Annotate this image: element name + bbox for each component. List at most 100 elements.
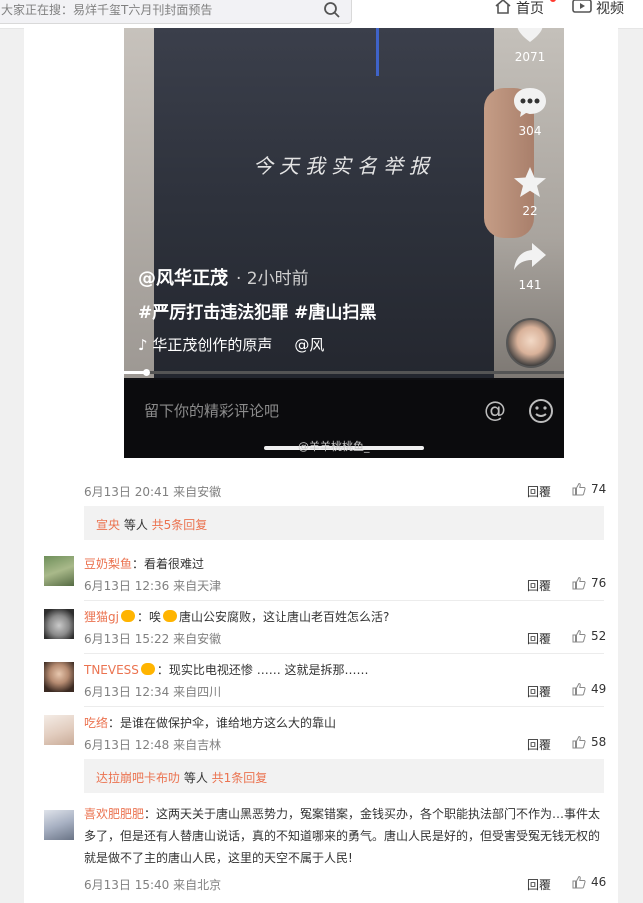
comment-text: 豆奶梨鱼：看着很难过 [84, 555, 204, 572]
top-bar: 大家正在搜：易烊千玺T六月刊封面预告 首页 视频 [0, 0, 643, 29]
search-icon[interactable] [323, 1, 341, 23]
like-button[interactable]: 49 [572, 682, 606, 696]
video-author[interactable]: @风华正茂 [138, 268, 228, 289]
reply-button[interactable]: 回覆 [527, 683, 551, 700]
at-icon[interactable]: @ [484, 398, 506, 423]
comment-meta: 6月13日 15:40 来自北京 [84, 878, 222, 892]
reply-button[interactable]: 回覆 [527, 577, 551, 594]
comment-action[interactable]: 304 [508, 86, 552, 138]
watermark-text: @羊羊桃桃鱼_ [298, 440, 370, 453]
like-count: 76 [591, 576, 607, 590]
like-count: 2071 [514, 50, 546, 64]
video-player[interactable]: 今天我实名举报 @风华正茂 · 2小时前 #严厉打击违法犯罪 #唐山扫黑 ♪ 华正… [124, 28, 564, 458]
share-action[interactable]: 141 [508, 240, 552, 292]
like-count: 46 [591, 875, 607, 889]
share-count: 141 [518, 278, 542, 292]
avatar[interactable] [44, 609, 74, 639]
heart-icon [514, 28, 546, 48]
notification-dot [550, 0, 556, 2]
avatar[interactable] [44, 662, 74, 692]
comment-body: ：看着很难过 [132, 557, 205, 571]
video-hashtags[interactable]: #严厉打击违法犯罪 #唐山扫黑 [138, 298, 376, 323]
thumbs-up-icon [572, 629, 586, 643]
comment-user[interactable]: 狸猫gj [84, 610, 119, 624]
comment-body-rest: 唐山公安腐败，这让唐山老百姓怎么活? [178, 610, 390, 624]
search-input[interactable]: 大家正在搜：易烊千玺T六月刊封面预告 [1, 1, 212, 18]
like-button[interactable]: 76 [572, 576, 606, 590]
vip-badge-icon [120, 610, 135, 622]
like-button[interactable]: 58 [572, 735, 606, 749]
comment-text: TNEVESS ：现实比电视还惨 …… 这就是拆那…… [84, 661, 369, 678]
reply-button[interactable]: 回覆 [527, 736, 551, 753]
reply-button[interactable]: 回覆 [527, 876, 551, 893]
thumbs-up-icon [572, 482, 586, 496]
like-count: 58 [591, 735, 607, 749]
reply-button[interactable]: 回覆 [527, 483, 551, 500]
like-count: 49 [591, 682, 607, 696]
comment-user[interactable]: 豆奶梨鱼 [84, 557, 132, 571]
emoji-icon[interactable] [528, 398, 554, 428]
thumbs-up-icon [572, 682, 586, 696]
nav-video[interactable]: 视频 [572, 0, 624, 22]
reply-thread[interactable]: 宣央 等人 共5条回复 [84, 506, 604, 540]
comment-text: 喜欢肥肥肥：这两天关于唐山黑恶势力，冤案错案，金钱买办，各个职能执法部门不作为…… [84, 803, 604, 869]
video-progress[interactable] [124, 369, 564, 376]
comment-body: ：现实比电视还惨 …… 这就是拆那…… [156, 663, 369, 677]
video-icon [572, 0, 592, 18]
star-icon [513, 167, 547, 202]
like-button[interactable]: 74 [572, 482, 606, 496]
nav-video-label: 视频 [596, 1, 624, 17]
music-title: ♪ 华正茂创作的原声 [138, 336, 273, 354]
reply-thread-text: 宣央 等人 共5条回复 [96, 516, 207, 533]
avatar[interactable] [44, 556, 74, 586]
comment-meta: 6月13日 15:22 来自安徽 [84, 632, 222, 646]
share-icon [512, 243, 548, 276]
video-music[interactable]: ♪ 华正茂创作的原声 @风 [138, 334, 324, 355]
shirt-zip [376, 28, 379, 76]
video-author-line: @风华正茂 · 2小时前 [138, 264, 309, 290]
comment-body: ：这两天关于唐山黑恶势力，冤案错案，金钱买办，各个职能执法部门不作为…事件太多了… [84, 807, 601, 865]
thread-user[interactable]: 宣央 [96, 518, 120, 532]
comment-user[interactable]: 吃络 [84, 716, 108, 730]
video-progress-knob[interactable] [143, 369, 150, 376]
thumbs-up-icon [572, 735, 586, 749]
divider [84, 653, 604, 654]
favorite-action[interactable]: 22 [508, 166, 552, 218]
thread-user[interactable]: 达拉崩吧卡布叻 [96, 771, 180, 785]
comment-meta: 6月13日 12:36 来自天津 [84, 579, 222, 593]
comment-user[interactable]: TNEVESS [84, 663, 139, 677]
music-disc-avatar[interactable] [506, 318, 556, 368]
video-time: · 2小时前 [236, 269, 309, 289]
comment-text: 吃络：是谁在做保护伞，谁给地方这么大的靠山 [84, 714, 336, 731]
video-background [124, 28, 154, 378]
nav-home-label: 首页 [516, 1, 544, 17]
avatar[interactable] [44, 715, 74, 745]
comment-input[interactable]: 留下你的精彩评论吧 [144, 400, 279, 421]
comment-user[interactable]: 喜欢肥肥肥 [84, 807, 144, 821]
emoji-icon [162, 610, 177, 622]
favorite-count: 22 [522, 204, 538, 218]
reply-button[interactable]: 回覆 [527, 630, 551, 647]
thumbs-up-icon [572, 875, 586, 889]
like-action[interactable]: 2071 [508, 28, 552, 64]
divider [84, 600, 604, 601]
nav-home[interactable]: 首页 [494, 0, 556, 22]
comment-body: ：唉 [136, 610, 161, 624]
reply-thread[interactable]: 达拉崩吧卡布叻 等人 共1条回复 [84, 759, 604, 793]
divider [84, 706, 604, 707]
music-author: @风 [294, 336, 325, 354]
thread-count[interactable]: 共1条回复 [212, 771, 268, 785]
video-overlay-text: 今天我实名举报 [253, 154, 435, 178]
comment-meta: 6月13日 12:34 来自四川 [84, 685, 222, 699]
like-button[interactable]: 52 [572, 629, 606, 643]
post-meta: 6月13日 20:41 来自安徽 [84, 485, 222, 499]
thread-count[interactable]: 共5条回复 [152, 518, 208, 532]
vip-badge-icon [140, 663, 155, 675]
reply-thread-text: 达拉崩吧卡布叻 等人 共1条回复 [96, 769, 267, 786]
avatar[interactable] [44, 810, 74, 840]
like-button[interactable]: 46 [572, 875, 606, 889]
home-icon [494, 0, 512, 19]
thread-mid: 等人 [180, 771, 212, 785]
search-box[interactable]: 大家正在搜：易烊千玺T六月刊封面预告 [0, 0, 352, 24]
like-count: 52 [591, 629, 607, 643]
